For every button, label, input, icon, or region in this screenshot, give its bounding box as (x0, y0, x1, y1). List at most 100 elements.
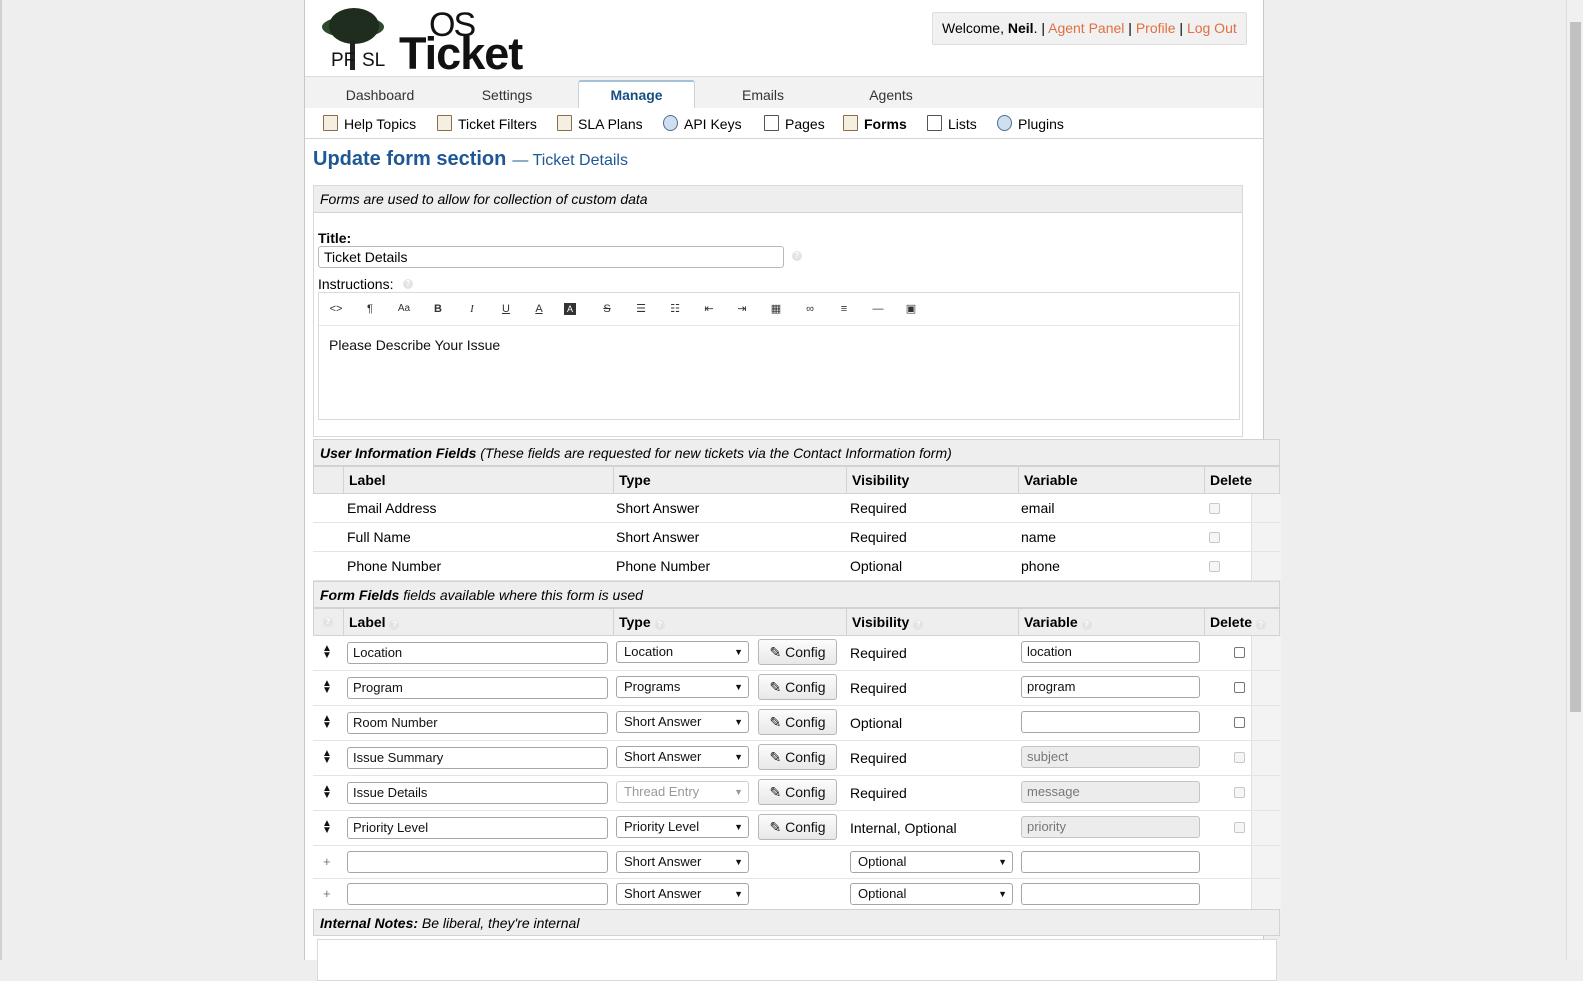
new-field-label-input[interactable] (347, 883, 608, 905)
agent-panel-link[interactable]: Agent Panel (1048, 20, 1124, 36)
welcome-suffix: . (1033, 20, 1038, 36)
field-variable-input[interactable]: program (1021, 676, 1200, 698)
font-size-icon[interactable]: Aa (395, 300, 413, 318)
config-button[interactable]: ✎ Config (758, 779, 837, 805)
subnav-api-keys[interactable]: API Keys (663, 115, 742, 133)
horizontal-rule-icon[interactable]: — (869, 300, 887, 318)
italic-icon[interactable]: I (463, 300, 481, 318)
subnav-pages[interactable]: Pages (764, 115, 825, 133)
help-icon[interactable]: ? (389, 620, 400, 630)
editor-toolbar: <> ¶ Aa B I U A A S ☰ ☷ ⇤ ⇥ ▦ ∞ ≡ — ▣ (319, 293, 1239, 326)
instructions-text[interactable]: Please Describe Your Issue (329, 337, 500, 353)
font-color-icon[interactable]: A (530, 300, 548, 318)
tab-emails[interactable]: Emails (699, 83, 827, 108)
new-field-visibility-select[interactable]: Optional ▼ (850, 883, 1013, 905)
unordered-list-icon[interactable]: ☰ (632, 300, 650, 318)
config-button[interactable]: ✎ Config (758, 814, 837, 840)
outdent-icon[interactable]: ⇤ (700, 300, 718, 318)
col-visibility: Visibility ? (846, 609, 1018, 635)
new-field-variable-input[interactable] (1021, 883, 1200, 905)
tab-dashboard[interactable]: Dashboard (313, 83, 447, 108)
field-type-select[interactable]: Priority Level ▼ (616, 816, 749, 838)
tab-agents[interactable]: Agents (827, 83, 955, 108)
row-tail (1251, 671, 1281, 705)
field-type-select[interactable]: Short Answer ▼ (616, 746, 749, 768)
align-icon[interactable]: ≡ (835, 300, 853, 318)
subnav-help-topics[interactable]: Help Topics (323, 115, 416, 133)
dropdown-arrow-icon: ▼ (734, 787, 743, 797)
drag-handle-icon[interactable]: ▲ ▼ (322, 679, 332, 696)
osticket-logo[interactable]: PF SL OS Ticket (321, 4, 523, 79)
drag-handle-icon[interactable]: ▲ ▼ (322, 714, 332, 731)
delete-checkbox[interactable] (1234, 682, 1245, 693)
drag-handle-icon[interactable]: ▲ ▼ (322, 819, 332, 836)
help-icon[interactable]: ? (792, 251, 802, 261)
help-icon[interactable]: ? (323, 617, 333, 627)
field-label-input[interactable]: Program (347, 677, 608, 699)
config-button[interactable]: ✎ Config (758, 639, 837, 665)
highlight-icon[interactable]: A (564, 303, 576, 315)
field-visibility: Optional (850, 558, 903, 574)
field-variable-input[interactable]: location (1021, 641, 1200, 663)
underline-icon[interactable]: U (497, 300, 515, 318)
profile-link[interactable]: Profile (1136, 20, 1176, 36)
field-label-input[interactable]: Issue Summary (347, 747, 608, 769)
bold-icon[interactable]: B (429, 300, 447, 318)
video-icon[interactable]: ▣ (902, 300, 920, 318)
config-button[interactable]: ✎ Config (758, 744, 837, 770)
help-icon[interactable]: ? (654, 620, 665, 630)
indent-icon[interactable]: ⇥ (733, 300, 751, 318)
delete-checkbox[interactable] (1234, 717, 1245, 728)
help-icon[interactable]: ? (1081, 620, 1092, 630)
form-field-row: ▲ ▼ Issue Details Thread Entry ▼ ✎ Config … (313, 776, 1281, 811)
new-field-label-input[interactable] (347, 851, 608, 873)
config-label: Config (785, 644, 826, 660)
subnav-lists[interactable]: Lists (927, 115, 977, 133)
scrollbar-thumb[interactable] (1570, 22, 1581, 712)
logo-sl: SL (362, 50, 386, 71)
tab-manage[interactable]: Manage (578, 80, 695, 111)
config-button[interactable]: ✎ Config (758, 709, 837, 735)
field-label-input[interactable]: Location (347, 642, 608, 664)
field-label-input[interactable]: Room Number (347, 712, 608, 734)
new-field-variable-input[interactable] (1021, 851, 1200, 873)
drag-handle-icon[interactable]: ▲ ▼ (322, 784, 332, 801)
link-icon[interactable]: ∞ (801, 300, 819, 318)
help-icon[interactable]: ? (403, 279, 413, 289)
html-code-icon[interactable]: <> (327, 300, 345, 318)
instructions-editor[interactable]: <> ¶ Aa B I U A A S ☰ ☷ ⇤ ⇥ ▦ ∞ ≡ — ▣ Pl… (318, 292, 1240, 420)
vertical-scrollbar[interactable] (1566, 0, 1583, 960)
paragraph-icon[interactable]: ¶ (361, 300, 379, 318)
tab-settings[interactable]: Settings (443, 83, 571, 108)
subnav-forms[interactable]: Forms (843, 115, 907, 133)
field-label-input[interactable]: Priority Level (347, 817, 608, 839)
subnav-ticket-filters[interactable]: Ticket Filters (437, 115, 537, 133)
main-nav: Dashboard Settings Manage Emails Agents (305, 76, 1263, 111)
internal-notes-editor[interactable] (317, 939, 1277, 981)
subnav-sla-plans[interactable]: SLA Plans (557, 115, 643, 133)
field-type-select[interactable]: Short Answer ▼ (616, 711, 749, 733)
field-label-input[interactable]: Issue Details (347, 782, 608, 804)
logout-link[interactable]: Log Out (1187, 20, 1237, 36)
drag-handle-icon[interactable]: ▲ ▼ (322, 644, 332, 661)
help-icon[interactable]: ? (1255, 620, 1266, 630)
title-input[interactable]: Ticket Details (318, 246, 784, 268)
new-field-type-select[interactable]: Short Answer ▼ (616, 851, 749, 873)
field-type-value: Short Answer (624, 714, 702, 729)
subnav-plugins[interactable]: Plugins (997, 115, 1064, 133)
table-icon[interactable]: ▦ (767, 300, 785, 318)
delete-checkbox[interactable] (1234, 647, 1245, 658)
new-field-visibility-select[interactable]: Optional ▼ (850, 851, 1013, 873)
config-button[interactable]: ✎ Config (758, 674, 837, 700)
ordered-list-icon[interactable]: ☷ (666, 300, 684, 318)
form-field-row: ▲ ▼ Issue Summary Short Answer ▼ ✎ Config … (313, 741, 1281, 776)
new-field-type-select[interactable]: Short Answer ▼ (616, 883, 749, 905)
col-variable: Variable (1018, 467, 1204, 493)
field-type-select[interactable]: Location ▼ (616, 641, 749, 663)
field-type-select: Thread Entry ▼ (616, 781, 749, 803)
drag-handle-icon[interactable]: ▲ ▼ (322, 749, 332, 766)
strikethrough-icon[interactable]: S (598, 300, 616, 318)
field-type-select[interactable]: Programs ▼ (616, 676, 749, 698)
field-variable-input[interactable] (1021, 711, 1200, 733)
help-icon[interactable]: ? (913, 620, 924, 630)
